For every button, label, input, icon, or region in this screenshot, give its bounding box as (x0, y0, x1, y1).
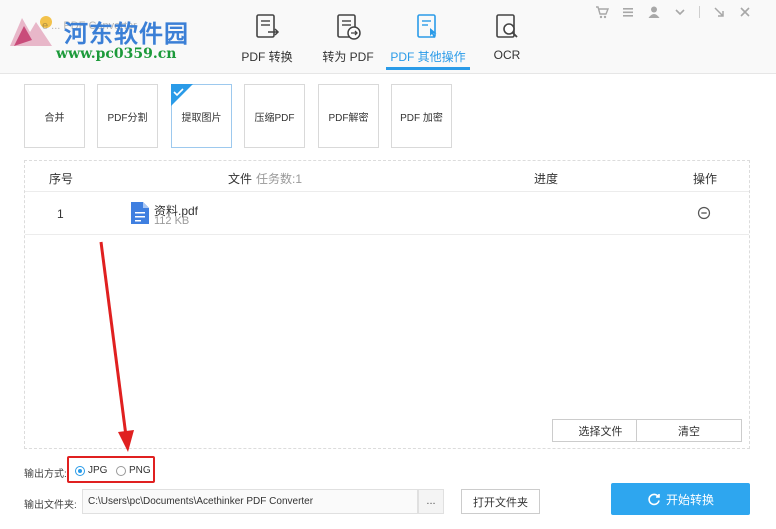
start-convert-label: 开始转换 (665, 492, 714, 507)
dropdown-icon[interactable] (673, 5, 687, 19)
file-size: 112 KB (154, 215, 190, 227)
pdf-file-icon (131, 202, 149, 224)
tool-merge-label: 合并 (44, 112, 65, 124)
watermark-title: 河东软件园 (64, 19, 189, 48)
tab-pdf-other[interactable]: PDF 其他操作 (386, 8, 470, 70)
tool-decrypt-label: PDF解密 (328, 112, 369, 124)
clear-button[interactable]: 清空 (636, 419, 742, 442)
window-controls (595, 5, 752, 19)
selected-check-icon (171, 84, 193, 106)
format-png-label: PNG (129, 465, 151, 476)
file-table: 序号 文件 任务数:1 进度 操作 1 资料.pdf 112 KB 选择文件 清空 (24, 160, 750, 449)
to-pdf-icon (337, 14, 361, 40)
header-task-count: 任务数:1 (256, 172, 303, 186)
cart-icon[interactable] (595, 5, 610, 19)
select-file-label: 选择文件 (578, 425, 623, 438)
tool-encrypt-label: PDF 加密 (400, 112, 443, 124)
watermark-url: www.pc0359.cn (56, 46, 177, 62)
remove-file-icon[interactable] (697, 206, 711, 220)
header-file-label: 文件 (228, 172, 253, 186)
open-folder-label: 打开文件夹 (473, 496, 528, 509)
pdf-other-icon (417, 14, 437, 38)
tool-extract-images-button[interactable]: 提取图片 (171, 84, 232, 148)
format-jpg-label: JPG (88, 465, 108, 476)
tab-ocr[interactable]: OCR (486, 8, 528, 70)
watermark-logo: e ... PDF Converter 河东软件园 www.pc0359.cn (6, 8, 206, 68)
output-folder-label: 输出文件夹: (24, 500, 77, 511)
watermark-emblem-icon (10, 16, 52, 46)
browse-folder-button[interactable]: ... (418, 489, 444, 514)
header-progress: 进度 (534, 172, 559, 186)
top-bar: e ... PDF Converter 河东软件园 www.pc0359.cn … (0, 0, 776, 74)
tool-split-button[interactable]: PDF分割 (97, 84, 158, 148)
row-index: 1 (57, 207, 64, 221)
menu-icon[interactable] (621, 5, 635, 19)
table-row[interactable]: 1 资料.pdf 112 KB (25, 193, 749, 235)
minimize-icon[interactable] (712, 5, 726, 19)
tool-split-label: PDF分割 (107, 112, 148, 124)
tab-to-pdf[interactable]: 转为 PDF (318, 8, 378, 70)
tool-encrypt-button[interactable]: PDF 加密 (391, 84, 452, 148)
tool-decrypt-button[interactable]: PDF解密 (318, 84, 379, 148)
png-radio-dot (116, 465, 126, 476)
ocr-icon (496, 14, 518, 38)
table-header: 序号 文件 任务数:1 进度 操作 (25, 161, 749, 192)
select-file-button[interactable]: 选择文件 (552, 419, 649, 442)
start-convert-button[interactable]: 开始转换 (611, 483, 750, 515)
header-action: 操作 (693, 172, 718, 186)
user-icon[interactable] (647, 5, 661, 19)
format-png-radio[interactable]: PNG (116, 465, 151, 476)
tab-to-pdf-label: 转为 PDF (322, 50, 374, 64)
header-file: 文件 任务数:1 (228, 170, 302, 187)
header-index: 序号 (49, 172, 74, 186)
format-highlight-box: JPG PNG (67, 456, 155, 483)
format-jpg-radio[interactable]: JPG (75, 465, 107, 476)
refresh-icon (648, 493, 660, 506)
tool-compress-label: 压缩PDF (254, 112, 295, 124)
tab-ocr-label: OCR (493, 48, 521, 62)
clear-label: 清空 (678, 425, 700, 438)
tab-pdf-other-label: PDF 其他操作 (390, 50, 466, 64)
output-folder-input[interactable] (82, 489, 418, 514)
output-format-label: 输出方式: (24, 469, 67, 480)
tool-merge-button[interactable]: 合并 (24, 84, 85, 148)
tool-compress-button[interactable]: 压缩PDF (244, 84, 305, 148)
tool-extract-images-label: 提取图片 (181, 112, 222, 124)
pdf-convert-icon (256, 14, 280, 38)
tab-pdf-convert-label: PDF 转换 (241, 50, 293, 64)
jpg-radio-dot (75, 465, 85, 476)
window-controls-divider (699, 6, 700, 18)
close-icon[interactable] (738, 5, 752, 19)
tab-pdf-convert[interactable]: PDF 转换 (236, 8, 298, 70)
open-folder-button[interactable]: 打开文件夹 (461, 489, 540, 514)
